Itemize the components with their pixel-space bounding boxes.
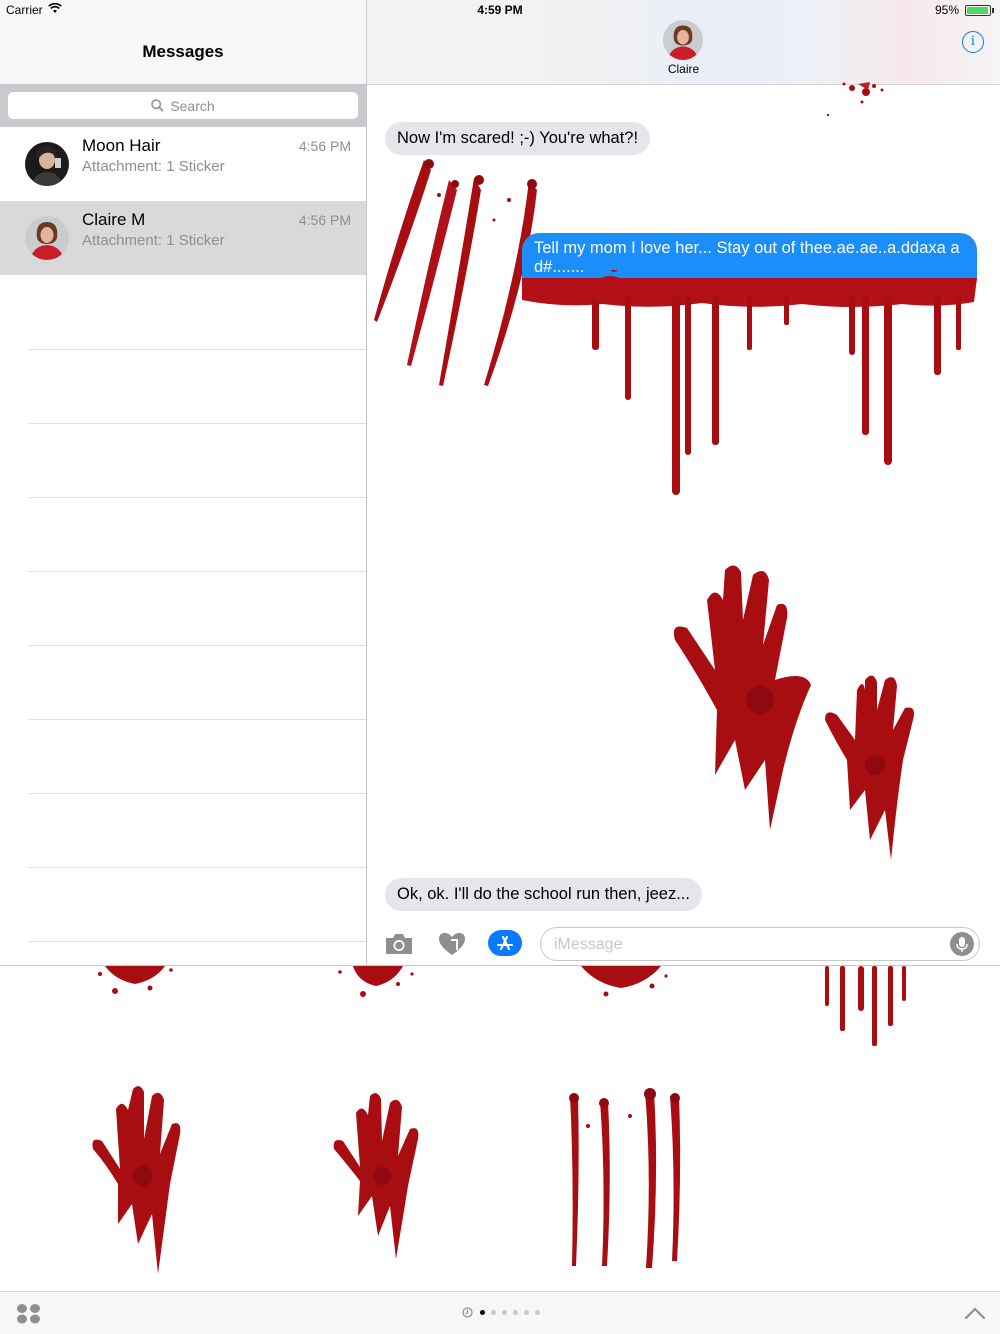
info-button[interactable]: i <box>962 31 984 53</box>
page-dot[interactable] <box>535 1310 540 1315</box>
conversation-pane: Claire i Now I'm scared! ;-) You're what… <box>367 0 1000 965</box>
blood-splatter-sticker[interactable] <box>328 966 428 1006</box>
recents-clock-icon[interactable] <box>462 1307 473 1318</box>
contact-name: Claire M <box>82 210 146 229</box>
message-input-bar: iMessage <box>367 918 1000 965</box>
message-preview: Attachment: 1 Sticker <box>82 232 225 249</box>
message-preview: Attachment: 1 Sticker <box>82 158 225 175</box>
page-indicator[interactable] <box>462 1307 543 1318</box>
chevron-up-icon[interactable] <box>964 1306 986 1320</box>
camera-icon[interactable] <box>384 933 414 955</box>
message-time: 4:56 PM <box>298 212 351 228</box>
info-icon: i <box>970 33 976 49</box>
conversation-list-pane: Messages Search Moon Hair Attachment: 1 … <box>0 0 366 965</box>
claw-scratch-sticker <box>374 159 537 386</box>
page-title: Messages <box>142 42 224 61</box>
claw-scratch-sticker[interactable] <box>560 1086 685 1271</box>
page-dot[interactable] <box>513 1310 518 1315</box>
blood-splatter-sticker <box>826 82 884 117</box>
app-store-icon <box>497 936 513 950</box>
page-dot[interactable] <box>480 1310 485 1315</box>
avatar <box>25 142 69 186</box>
sticker-drawer <box>0 965 1000 1291</box>
row-divider <box>28 349 366 350</box>
row-divider <box>28 793 366 794</box>
bloody-handprint-sticker[interactable] <box>330 1091 430 1261</box>
search-icon <box>151 99 164 112</box>
battery-percent: 95% <box>934 3 959 17</box>
search-placeholder: Search <box>170 97 215 114</box>
row-divider <box>28 571 366 572</box>
digital-touch-icon[interactable] <box>437 931 467 957</box>
battery-cap <box>992 8 994 13</box>
row-divider <box>28 941 366 942</box>
imessage-input[interactable]: iMessage <box>540 927 980 961</box>
contact-avatar[interactable] <box>663 20 703 60</box>
ipad-messages-app: Carrier 4:59 PM 95% Messages Search Moon… <box>0 0 1000 1334</box>
status-bar: Carrier 4:59 PM 95% <box>0 0 1000 20</box>
incoming-message[interactable]: Ok, ok. I'll do the school run then, jee… <box>385 878 702 911</box>
page-dot[interactable] <box>524 1310 529 1315</box>
conversation-row[interactable]: Moon Hair Attachment: 1 Sticker 4:56 PM <box>0 127 366 201</box>
avatar <box>25 216 69 260</box>
status-time: 4:59 PM <box>477 3 523 17</box>
bloody-handprint-sticker[interactable] <box>88 1084 192 1279</box>
row-divider <box>28 719 366 720</box>
microphone-button[interactable] <box>950 932 974 956</box>
contact-name: Moon Hair <box>82 136 161 155</box>
row-divider <box>28 497 366 498</box>
app-drawer-bar <box>0 1291 1000 1334</box>
app-store-button[interactable] <box>488 930 522 956</box>
row-divider <box>28 867 366 868</box>
app-grid-icon[interactable] <box>16 1303 42 1325</box>
chat-contact-name[interactable]: Claire <box>367 62 1000 76</box>
blood-drips-sticker[interactable] <box>820 966 915 1051</box>
blood-splatter-sticker[interactable] <box>566 966 676 1006</box>
conversation-row[interactable]: Claire M Attachment: 1 Sticker 4:56 PM <box>0 201 366 275</box>
page-dot[interactable] <box>491 1310 496 1315</box>
battery-icon <box>965 5 991 16</box>
search-input[interactable]: Search <box>8 92 358 119</box>
row-divider <box>28 645 366 646</box>
row-divider <box>28 423 366 424</box>
bloody-handprints-sticker <box>673 565 914 860</box>
page-dot[interactable] <box>502 1310 507 1315</box>
search-bar-container: Search <box>0 85 366 127</box>
blood-splatter-sticker[interactable] <box>85 966 185 1006</box>
microphone-icon <box>956 937 968 952</box>
dripping-blood-sticker <box>522 270 977 495</box>
message-time: 4:56 PM <box>298 138 351 154</box>
